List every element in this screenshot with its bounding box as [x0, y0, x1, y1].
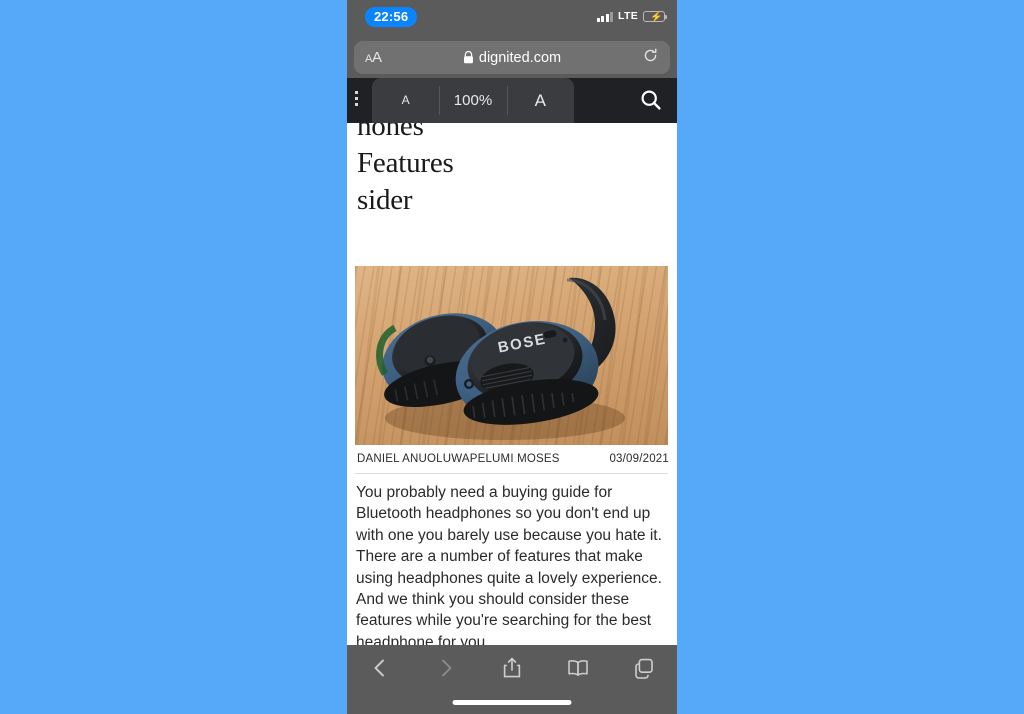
article-author: DANIEL ANUOLUWAPELUMI MOSES	[357, 453, 560, 465]
web-page-content: hones Features sider BOSE DANIEL ANUOLUW…	[347, 78, 677, 645]
open-book-icon	[568, 660, 588, 676]
article-byline: DANIEL ANUOLUWAPELUMI MOSES 03/09/2021	[357, 453, 669, 465]
home-indicator[interactable]	[452, 700, 572, 705]
article-headline: hones Features sider	[357, 108, 669, 219]
article-date: 03/09/2021	[609, 453, 669, 465]
share-upload-icon	[503, 657, 521, 678]
zoom-increase-button[interactable]: A	[506, 78, 574, 123]
zoom-level-display[interactable]: 100%	[439, 78, 506, 123]
url-text: dignited.com	[478, 49, 562, 66]
copy-tabs-icon	[635, 658, 653, 679]
share-button[interactable]	[479, 651, 545, 685]
byline-divider	[355, 473, 668, 474]
status-bar: 22:56 LTE ⚡	[347, 0, 677, 38]
headline-line: sider	[357, 184, 413, 216]
headline-line: Features	[357, 147, 454, 179]
page-settings-aa-button[interactable]: AA	[365, 49, 382, 67]
article-hero-image: BOSE	[355, 266, 668, 445]
status-time-recording-pill: 22:56	[365, 7, 418, 27]
forward-button[interactable]	[413, 651, 479, 685]
chevron-left-icon	[374, 659, 384, 677]
browser-address-bar-container: AA dignited.com	[347, 38, 677, 78]
back-button[interactable]	[347, 651, 413, 685]
phone-screen: hones Features sider BOSE DANIEL ANUOLUW…	[347, 0, 677, 714]
drag-handle-dots-icon[interactable]	[355, 91, 358, 106]
lock-icon	[463, 51, 473, 64]
article-body-text: You probably need a buying guide for Blu…	[356, 484, 662, 645]
search-icon[interactable]	[639, 88, 663, 112]
reload-icon[interactable]	[643, 48, 658, 67]
browser-bottom-toolbar	[347, 645, 677, 714]
tabs-button[interactable]	[611, 651, 677, 685]
address-bar[interactable]: AA dignited.com	[354, 41, 670, 74]
zoom-decrease-button[interactable]: A	[372, 78, 439, 123]
carrier-label: LTE	[618, 10, 638, 22]
url-display[interactable]: dignited.com	[354, 50, 670, 66]
status-bar-right-group: LTE ⚡	[596, 10, 668, 23]
cellular-bars-icon	[596, 11, 614, 22]
headphones-illustration: BOSE	[376, 277, 625, 440]
chevron-right-icon	[442, 659, 452, 677]
zoom-control-group: A 100% A	[372, 78, 574, 123]
bookmarks-button[interactable]	[545, 651, 611, 685]
battery-charging-icon: ⚡	[643, 10, 668, 23]
page-zoom-toolbar: A 100% A	[347, 78, 677, 123]
